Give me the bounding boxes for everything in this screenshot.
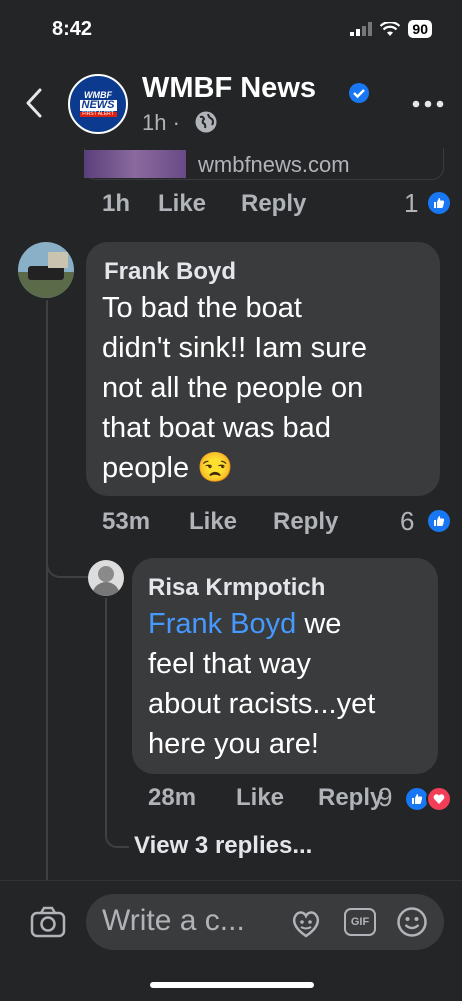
reply-bubble[interactable]: Risa Krmpotich Frank Boyd we feel that w… <box>132 558 438 774</box>
comment-time: 28m <box>148 784 197 811</box>
comment-text: To bad the boat didn't sink!! Iam sure n… <box>102 288 367 488</box>
comment-time: 1h <box>102 190 131 217</box>
reaction-count[interactable]: 6 <box>400 506 414 537</box>
comment-text-line: feel that way <box>148 648 311 680</box>
comment-text-line: Frank Boyd we <box>148 604 375 644</box>
globe-icon <box>195 111 217 133</box>
like-button[interactable]: Like <box>236 784 284 812</box>
comment-input-placeholder: Write a c... <box>102 904 245 937</box>
reply-button[interactable]: Reply <box>318 784 383 812</box>
like-icon <box>426 508 452 534</box>
reaction-count[interactable]: 1 <box>404 188 418 219</box>
link-preview-thumbnail <box>84 150 186 178</box>
comment-text-line: not all the people on <box>102 372 364 404</box>
comment-text-line: that boat was bad <box>102 412 331 444</box>
thread-line <box>46 300 48 880</box>
back-arrow-icon[interactable] <box>20 86 50 120</box>
verified-icon <box>349 83 369 103</box>
more-icon[interactable] <box>412 100 444 108</box>
avatar-sticker-icon[interactable] <box>290 908 322 938</box>
like-button[interactable]: Like <box>189 508 237 536</box>
thread-line <box>105 598 107 830</box>
comment-text-segment: we <box>296 608 342 640</box>
comment-text: Frank Boyd we feel that way about racist… <box>148 604 375 764</box>
comment-author[interactable]: Risa Krmpotich <box>148 574 325 602</box>
link-preview-domain: wmbfnews.com <box>198 152 350 177</box>
logo-text: FIRST ALERT <box>79 112 117 117</box>
status-time: 8:42 <box>52 18 93 40</box>
page-avatar[interactable]: WMBF NEWS FIRST ALERT <box>68 74 128 134</box>
post-time: 1h · <box>142 110 180 135</box>
thread-connector <box>46 540 90 578</box>
comment-time: 53m <box>102 508 151 535</box>
status-icons: 90 <box>350 20 432 38</box>
reply-button[interactable]: Reply <box>273 508 338 536</box>
comment-text-line: people 😒 <box>102 452 234 484</box>
reaction-count[interactable]: 9 <box>378 782 392 813</box>
like-icon <box>426 190 452 216</box>
gif-icon[interactable]: GIF <box>344 908 376 936</box>
wifi-icon <box>380 21 401 36</box>
comment-bubble[interactable]: Frank Boyd To bad the boat didn't sink!!… <box>86 242 440 496</box>
emoji-icon[interactable] <box>396 906 428 938</box>
comment-text-line: here you are! <box>148 728 319 760</box>
mention-link[interactable]: Frank Boyd <box>148 608 296 640</box>
page-name[interactable]: WMBF News <box>142 72 316 105</box>
gif-label: GIF <box>350 916 370 928</box>
love-icon <box>426 786 452 812</box>
comment-text-line: about racists...yet <box>148 688 376 720</box>
comment-text-line: didn't sink!! Iam sure <box>102 332 368 364</box>
avatar[interactable] <box>18 242 74 298</box>
like-button[interactable]: Like <box>158 190 206 218</box>
reply-button[interactable]: Reply <box>241 190 306 218</box>
camera-icon[interactable] <box>30 906 66 938</box>
battery-indicator: 90 <box>408 20 432 38</box>
logo-text: NEWS <box>79 99 117 111</box>
signal-icon <box>350 22 373 36</box>
thread-connector <box>105 818 129 848</box>
comment-text-line: To bad the boat <box>102 292 302 324</box>
home-indicator[interactable] <box>150 982 314 988</box>
view-replies-link[interactable]: View 3 replies... <box>134 832 312 860</box>
avatar[interactable] <box>88 560 124 596</box>
comment-author[interactable]: Frank Boyd <box>104 258 236 286</box>
